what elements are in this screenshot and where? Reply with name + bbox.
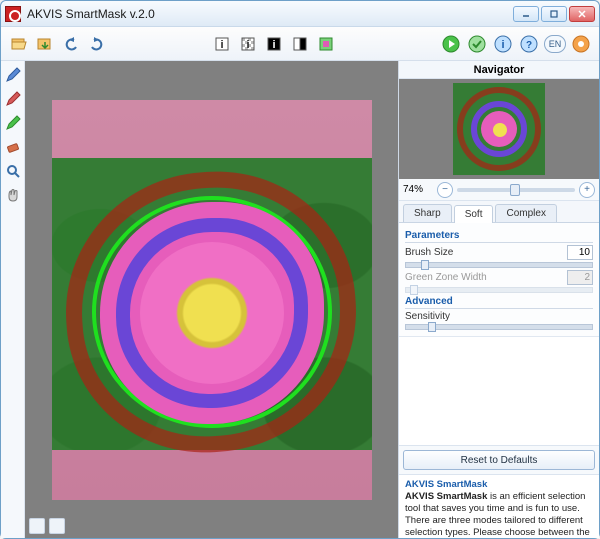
svg-text:i: i — [501, 39, 504, 51]
status-indicator-1 — [29, 518, 45, 534]
reset-area: Reset to Defaults — [399, 445, 599, 475]
svg-text:i: i — [272, 39, 275, 51]
tab-sharp[interactable]: Sharp — [403, 204, 452, 222]
maximize-button[interactable] — [541, 6, 567, 22]
panel-spacer — [399, 336, 599, 445]
zoom-controls: 74% − + — [399, 179, 599, 201]
pencil-red-tool[interactable] — [3, 89, 23, 109]
language-label: EN — [544, 35, 566, 53]
zoom-in-button[interactable]: + — [579, 182, 595, 198]
hand-tool[interactable] — [3, 185, 23, 205]
navigator-view[interactable] — [399, 79, 599, 179]
eraser-tool[interactable] — [3, 137, 23, 157]
apply-button[interactable] — [465, 32, 489, 56]
info-button[interactable]: i — [491, 32, 515, 56]
zoom-percent: 74% — [403, 184, 433, 195]
top-toolbar: i i i i ? EN — [1, 27, 599, 61]
window-title: AKVIS SmartMask v.2.0 — [27, 7, 513, 21]
left-toolbar — [1, 61, 25, 538]
advanced-group-header: Advanced — [405, 296, 593, 309]
parameters-group-header: Parameters — [405, 230, 593, 243]
titlebar: AKVIS SmartMask v.2.0 — [1, 1, 599, 27]
app-icon — [5, 6, 21, 22]
preferences-button[interactable] — [569, 32, 593, 56]
brush-size-label: Brush Size — [405, 247, 563, 258]
help-text-2a: There are three modes tailored to differ… — [405, 515, 590, 538]
view-original-button[interactable]: i — [210, 32, 234, 56]
right-panel: Navigator 74% − + Sharp Soft Complex Par… — [399, 61, 599, 538]
view-result-color-button[interactable] — [314, 32, 338, 56]
minimize-button[interactable] — [513, 6, 539, 22]
parameters-panel: Parameters Brush Size Green Zone Width A… — [399, 223, 599, 336]
mode-tabs: Sharp Soft Complex — [399, 201, 599, 223]
sensitivity-label: Sensitivity — [405, 311, 593, 322]
svg-text:i: i — [246, 39, 249, 51]
help-bold-1: AKVIS SmartMask — [405, 491, 487, 502]
brush-size-value[interactable] — [567, 245, 593, 260]
brush-size-slider[interactable] — [405, 262, 593, 268]
zoom-out-button[interactable]: − — [437, 182, 453, 198]
main-body: Navigator 74% − + Sharp Soft Complex Par… — [1, 61, 599, 538]
redo-button[interactable] — [85, 32, 109, 56]
zoom-tool[interactable] — [3, 161, 23, 181]
view-mask-button[interactable]: i — [236, 32, 260, 56]
tab-complex[interactable]: Complex — [495, 204, 556, 222]
navigator-thumbnail[interactable] — [453, 83, 545, 175]
pencil-blue-tool[interactable] — [3, 65, 23, 85]
navigator-header: Navigator — [399, 61, 599, 79]
view-result-split-button[interactable] — [288, 32, 312, 56]
close-button[interactable] — [569, 6, 595, 22]
help-button[interactable]: ? — [517, 32, 541, 56]
save-image-button[interactable] — [33, 32, 57, 56]
green-zone-slider — [405, 287, 593, 293]
help-panel: AKVIS SmartMask AKVIS SmartMask is an ef… — [399, 474, 599, 538]
view-result-black-button[interactable]: i — [262, 32, 286, 56]
run-button[interactable] — [439, 32, 463, 56]
sensitivity-slider[interactable] — [405, 324, 593, 330]
green-zone-label: Green Zone Width — [405, 272, 563, 283]
undo-button[interactable] — [59, 32, 83, 56]
tab-soft[interactable]: Soft — [454, 205, 494, 223]
pencil-green-tool[interactable] — [3, 113, 23, 133]
canvas-area[interactable] — [25, 61, 399, 538]
zoom-slider[interactable] — [457, 188, 575, 192]
language-button[interactable]: EN — [543, 32, 567, 56]
status-indicator-2 — [49, 518, 65, 534]
open-image-button[interactable] — [7, 32, 31, 56]
flower-subject — [100, 202, 324, 424]
reset-defaults-button[interactable]: Reset to Defaults — [403, 450, 595, 470]
image-canvas[interactable] — [52, 100, 372, 500]
canvas-status-icons — [29, 518, 65, 534]
help-title: AKVIS SmartMask — [405, 479, 487, 490]
svg-text:i: i — [220, 39, 223, 51]
window-buttons — [513, 6, 595, 22]
svg-text:?: ? — [526, 40, 532, 51]
green-zone-value — [567, 270, 593, 285]
app-window: AKVIS SmartMask v.2.0 i i i i ? — [0, 0, 600, 539]
